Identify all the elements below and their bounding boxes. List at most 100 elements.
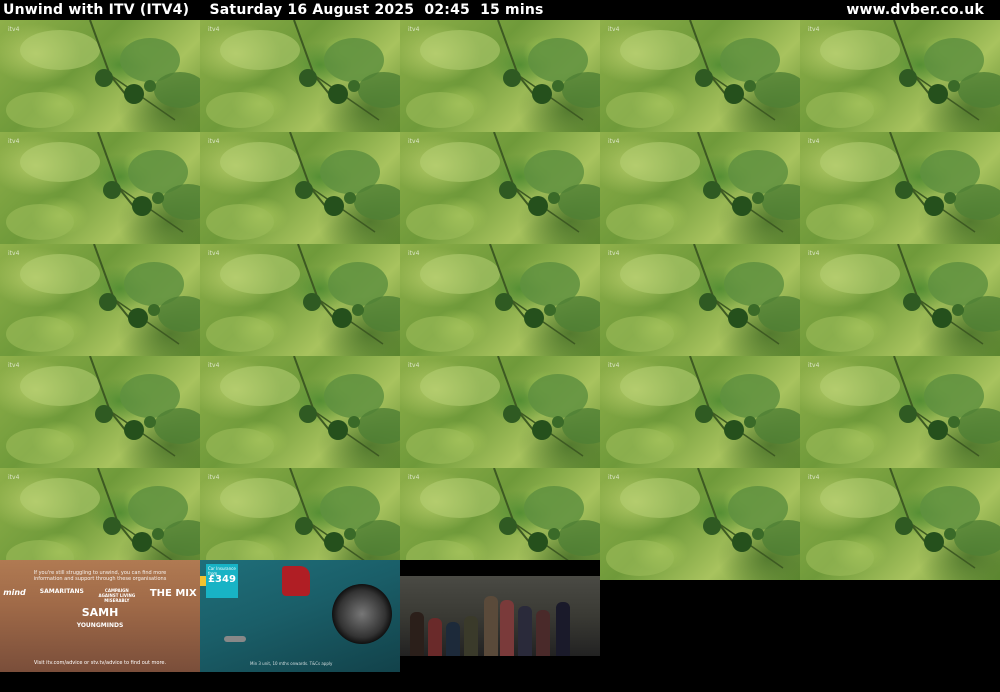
video-thumbnail[interactable]: itv4 (800, 356, 1000, 468)
foliage-illustration (406, 356, 600, 464)
channel-watermark: itv4 (608, 362, 620, 369)
foliage-illustration (606, 356, 800, 464)
foliage-illustration (6, 356, 200, 464)
video-thumbnail[interactable]: itv4 (600, 244, 800, 356)
channel-watermark: itv4 (8, 474, 20, 481)
insurance-price: £349 (208, 574, 236, 585)
header-title-group: Unwind with ITV (ITV4) Saturday 16 Augus… (3, 2, 544, 18)
channel-watermark: itv4 (608, 250, 620, 257)
thumbnail-drama-trailer[interactable] (400, 560, 600, 672)
video-thumbnail[interactable]: itv4 (800, 20, 1000, 132)
foliage-illustration (406, 20, 600, 128)
foliage-illustration (806, 132, 1000, 240)
video-thumbnail[interactable]: itv4 (600, 356, 800, 468)
video-thumbnail[interactable]: itv4 (600, 20, 800, 132)
channel-watermark: itv4 (808, 138, 820, 145)
foliage-illustration (806, 356, 1000, 464)
foliage-illustration (6, 20, 200, 128)
foliage-illustration (806, 20, 1000, 128)
video-thumbnail[interactable]: itv4 (0, 20, 200, 132)
broadcast-datetime: Saturday 16 August 2025 02:45 15 mins (209, 2, 544, 18)
channel-watermark: itv4 (408, 26, 420, 33)
video-thumbnail[interactable]: itv4 (0, 244, 200, 356)
channel-watermark: itv4 (208, 138, 220, 145)
video-thumbnail[interactable]: itv4 (600, 468, 800, 580)
youngminds-logo: YOUNGMINDS (76, 622, 124, 629)
video-thumbnail[interactable]: itv4 (0, 356, 200, 468)
channel-watermark: itv4 (408, 474, 420, 481)
channel-watermark: itv4 (208, 362, 220, 369)
foliage-illustration (6, 244, 200, 352)
foliage-illustration (606, 468, 800, 576)
channel-watermark: itv4 (8, 26, 20, 33)
channel-watermark: itv4 (408, 362, 420, 369)
foliage-illustration (806, 244, 1000, 352)
foliage-illustration (606, 132, 800, 240)
car-tail-light (282, 566, 310, 596)
thumbnail-car-insurance-ad[interactable]: Car Insurance from £349 Min 3 unit, 10 m… (200, 560, 400, 672)
video-thumbnail[interactable]: itv4 (800, 244, 1000, 356)
channel-watermark: itv4 (808, 250, 820, 257)
thumbnail-support-ad[interactable]: If you're still struggling to unwind, yo… (0, 560, 200, 672)
trailer-person (556, 602, 570, 656)
site-link[interactable]: www.dvber.co.uk (846, 2, 984, 18)
channel-watermark: itv4 (208, 474, 220, 481)
channel-watermark: itv4 (8, 138, 20, 145)
video-thumbnail[interactable]: itv4 (200, 132, 400, 244)
video-thumbnail[interactable]: itv4 (400, 20, 600, 132)
video-thumbnail[interactable]: itv4 (600, 132, 800, 244)
channel-watermark: itv4 (608, 474, 620, 481)
the-mix-logo: THE MIX (149, 588, 197, 599)
samh-logo: SAMH (81, 606, 119, 619)
video-thumbnail[interactable]: itv4 (800, 468, 1000, 580)
trailer-scene (400, 576, 600, 656)
channel-watermark: itv4 (808, 362, 820, 369)
foliage-illustration (406, 132, 600, 240)
channel-watermark: itv4 (808, 26, 820, 33)
foliage-illustration (206, 244, 400, 352)
programme-title: Unwind with ITV (ITV4) (3, 2, 190, 18)
foliage-illustration (806, 468, 1000, 576)
channel-watermark: itv4 (208, 250, 220, 257)
channel-watermark: itv4 (8, 362, 20, 369)
foliage-illustration (6, 132, 200, 240)
insurance-small-print: Min 3 unit, 10 mths onwards. T&Cs apply (250, 661, 333, 666)
trailer-person (536, 610, 550, 656)
trailer-person (446, 622, 460, 656)
samaritans-logo: SAMARITANS (39, 588, 84, 595)
foliage-illustration (406, 244, 600, 352)
car-wheel (332, 584, 392, 644)
channel-watermark: itv4 (408, 250, 420, 257)
video-thumbnail[interactable]: itv4 (0, 132, 200, 244)
trailer-person (500, 600, 514, 656)
trailer-person (464, 616, 478, 656)
trailer-person (428, 618, 442, 656)
video-thumbnail[interactable]: itv4 (400, 244, 600, 356)
video-thumbnail[interactable]: itv4 (800, 132, 1000, 244)
channel-watermark: itv4 (8, 250, 20, 257)
foliage-illustration (206, 20, 400, 128)
video-thumbnail[interactable]: itv4 (200, 356, 400, 468)
channel-watermark: itv4 (608, 138, 620, 145)
video-thumbnail[interactable]: itv4 (200, 244, 400, 356)
support-ad-logos: mind SAMARITANS CAMPAIGN AGAINST LIVING … (0, 588, 200, 629)
page-header: Unwind with ITV (ITV4) Saturday 16 Augus… (0, 0, 1000, 20)
support-ad-footer: Visit itv.com/advice or stv.tv/advice to… (33, 660, 167, 666)
support-ad-text: If you're still struggling to unwind, yo… (33, 570, 167, 582)
trailer-person (484, 596, 498, 656)
foliage-illustration (206, 132, 400, 240)
channel-watermark: itv4 (608, 26, 620, 33)
video-thumbnail[interactable]: itv4 (200, 20, 400, 132)
car-exhaust (224, 636, 246, 642)
calm-logo: CAMPAIGN AGAINST LIVING MISERABLY (98, 588, 136, 603)
foliage-illustration (606, 20, 800, 128)
trailer-person (410, 612, 424, 656)
mind-logo: mind (3, 588, 26, 597)
channel-watermark: itv4 (408, 138, 420, 145)
channel-watermark: itv4 (208, 26, 220, 33)
trailer-person (518, 606, 532, 656)
video-thumbnail[interactable]: itv4 (400, 132, 600, 244)
foliage-illustration (206, 356, 400, 464)
foliage-illustration (606, 244, 800, 352)
video-thumbnail[interactable]: itv4 (400, 356, 600, 468)
